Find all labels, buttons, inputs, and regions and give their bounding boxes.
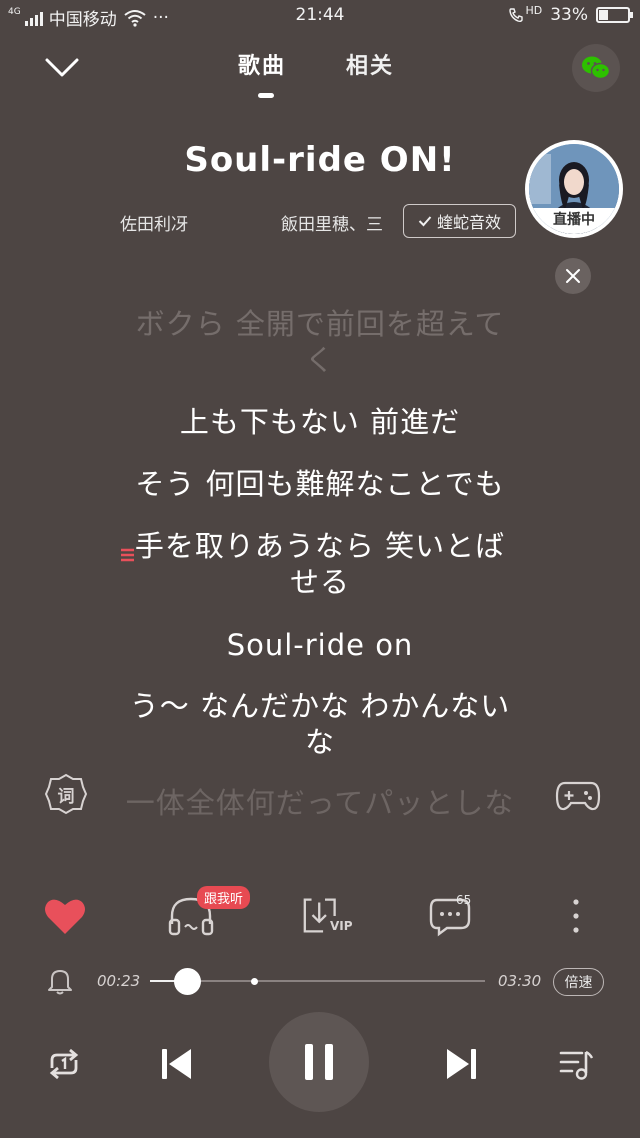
- lyric-text: せる: [289, 565, 350, 599]
- tab-related[interactable]: 相关: [346, 48, 394, 80]
- comment-count: 65: [456, 893, 472, 907]
- current-time: 00:23: [97, 972, 141, 990]
- lyric-icon-label: 词: [57, 786, 75, 807]
- buffer-marker: [251, 978, 258, 985]
- lyric-text: Soul-ride on: [226, 628, 414, 662]
- repeat-mode-button[interactable]: [40, 1040, 88, 1088]
- playlist-icon: [559, 1050, 594, 1080]
- lyric-line[interactable]: ボクら 全開で前回を超えて く: [100, 306, 540, 378]
- more-icon: [573, 899, 579, 933]
- lyric-text: 一体全体何だってパッとしな: [125, 786, 515, 820]
- lyric-text: く: [304, 343, 335, 377]
- close-icon: [566, 269, 580, 283]
- chevron-down-icon: [45, 58, 79, 77]
- prev-icon: [162, 1049, 191, 1079]
- like-button[interactable]: [40, 893, 90, 939]
- live-label: 直播中: [529, 208, 619, 234]
- total-time: 03:30: [498, 972, 542, 990]
- lyric-line[interactable]: そう 何回も難解なことでも: [100, 466, 540, 502]
- next-button[interactable]: [438, 1040, 486, 1088]
- playlist-button[interactable]: [552, 1040, 600, 1088]
- sound-effect-badge[interactable]: 蝰蛇音效: [403, 204, 516, 238]
- playback-speed-button[interactable]: 倍速: [553, 968, 604, 996]
- lyric-line[interactable]: う～ なんだかな わかんない な: [100, 688, 540, 760]
- check-icon: [418, 216, 432, 227]
- call-hd-icon: HD: [508, 3, 543, 23]
- sound-effect-label: 蝰蛇音效: [436, 213, 501, 232]
- vip-label: VIP: [330, 919, 353, 933]
- follow-listen-badge: 跟我听: [197, 886, 251, 909]
- hd-label: HD: [525, 3, 543, 17]
- next-icon: [447, 1049, 476, 1079]
- sleep-timer-button[interactable]: [46, 966, 74, 996]
- lyric-text: う～ なんだかな わかんない: [129, 689, 511, 723]
- lyric-line[interactable]: 一体全体何だってパッとしな: [100, 785, 540, 821]
- previous-button[interactable]: [152, 1040, 200, 1088]
- lyric-line[interactable]: 上も下もない 前進だ: [100, 404, 540, 440]
- lyric-text: 手を取りあうなら 笑いとば: [134, 529, 506, 563]
- lyric-progress-mark: [120, 536, 136, 562]
- lyric-text: 上も下もない 前進だ: [179, 405, 461, 439]
- wechat-share-button[interactable]: [572, 44, 620, 92]
- download-button[interactable]: VIP: [300, 893, 353, 939]
- game-button[interactable]: [555, 778, 601, 814]
- progress-knob[interactable]: [174, 968, 201, 995]
- artist-name-left[interactable]: 佐田利冴: [120, 210, 188, 235]
- wechat-icon: [582, 56, 611, 80]
- status-bar: 4G 中国移动 ··· 21:44 HD 33%: [0, 0, 640, 34]
- battery-level: [599, 10, 608, 20]
- lyric-mode-button[interactable]: 词: [44, 772, 88, 816]
- repeat-one-icon: [49, 1048, 79, 1080]
- pause-icon: [305, 1044, 333, 1080]
- lyric-text: な: [304, 725, 335, 759]
- tab-song[interactable]: 歌曲: [238, 48, 286, 80]
- heart-icon: [45, 899, 85, 934]
- close-live-button[interactable]: [555, 258, 591, 294]
- avatar-photo: 直播中: [529, 144, 619, 234]
- more-button[interactable]: [551, 893, 601, 939]
- collapse-button[interactable]: [40, 48, 84, 88]
- pause-button[interactable]: [269, 1012, 369, 1112]
- live-stream-avatar[interactable]: 直播中: [525, 140, 623, 238]
- gamepad-icon: [555, 781, 601, 811]
- bell-icon: [48, 970, 72, 995]
- battery-percent: 33%: [550, 5, 588, 25]
- lyric-line-current[interactable]: 手を取りあうなら 笑いとば せる: [100, 528, 540, 600]
- lyric-line[interactable]: Soul-ride on: [100, 627, 540, 663]
- status-right: HD 33%: [508, 3, 633, 25]
- battery-icon: [596, 7, 633, 23]
- lyric-text: ボクら 全開で前回を超えて: [135, 307, 505, 341]
- artist-name-right[interactable]: 飯田里穂、三: [281, 210, 393, 235]
- lyric-text: そう 何回も難解なことでも: [135, 467, 505, 501]
- tab-indicator: [258, 93, 274, 98]
